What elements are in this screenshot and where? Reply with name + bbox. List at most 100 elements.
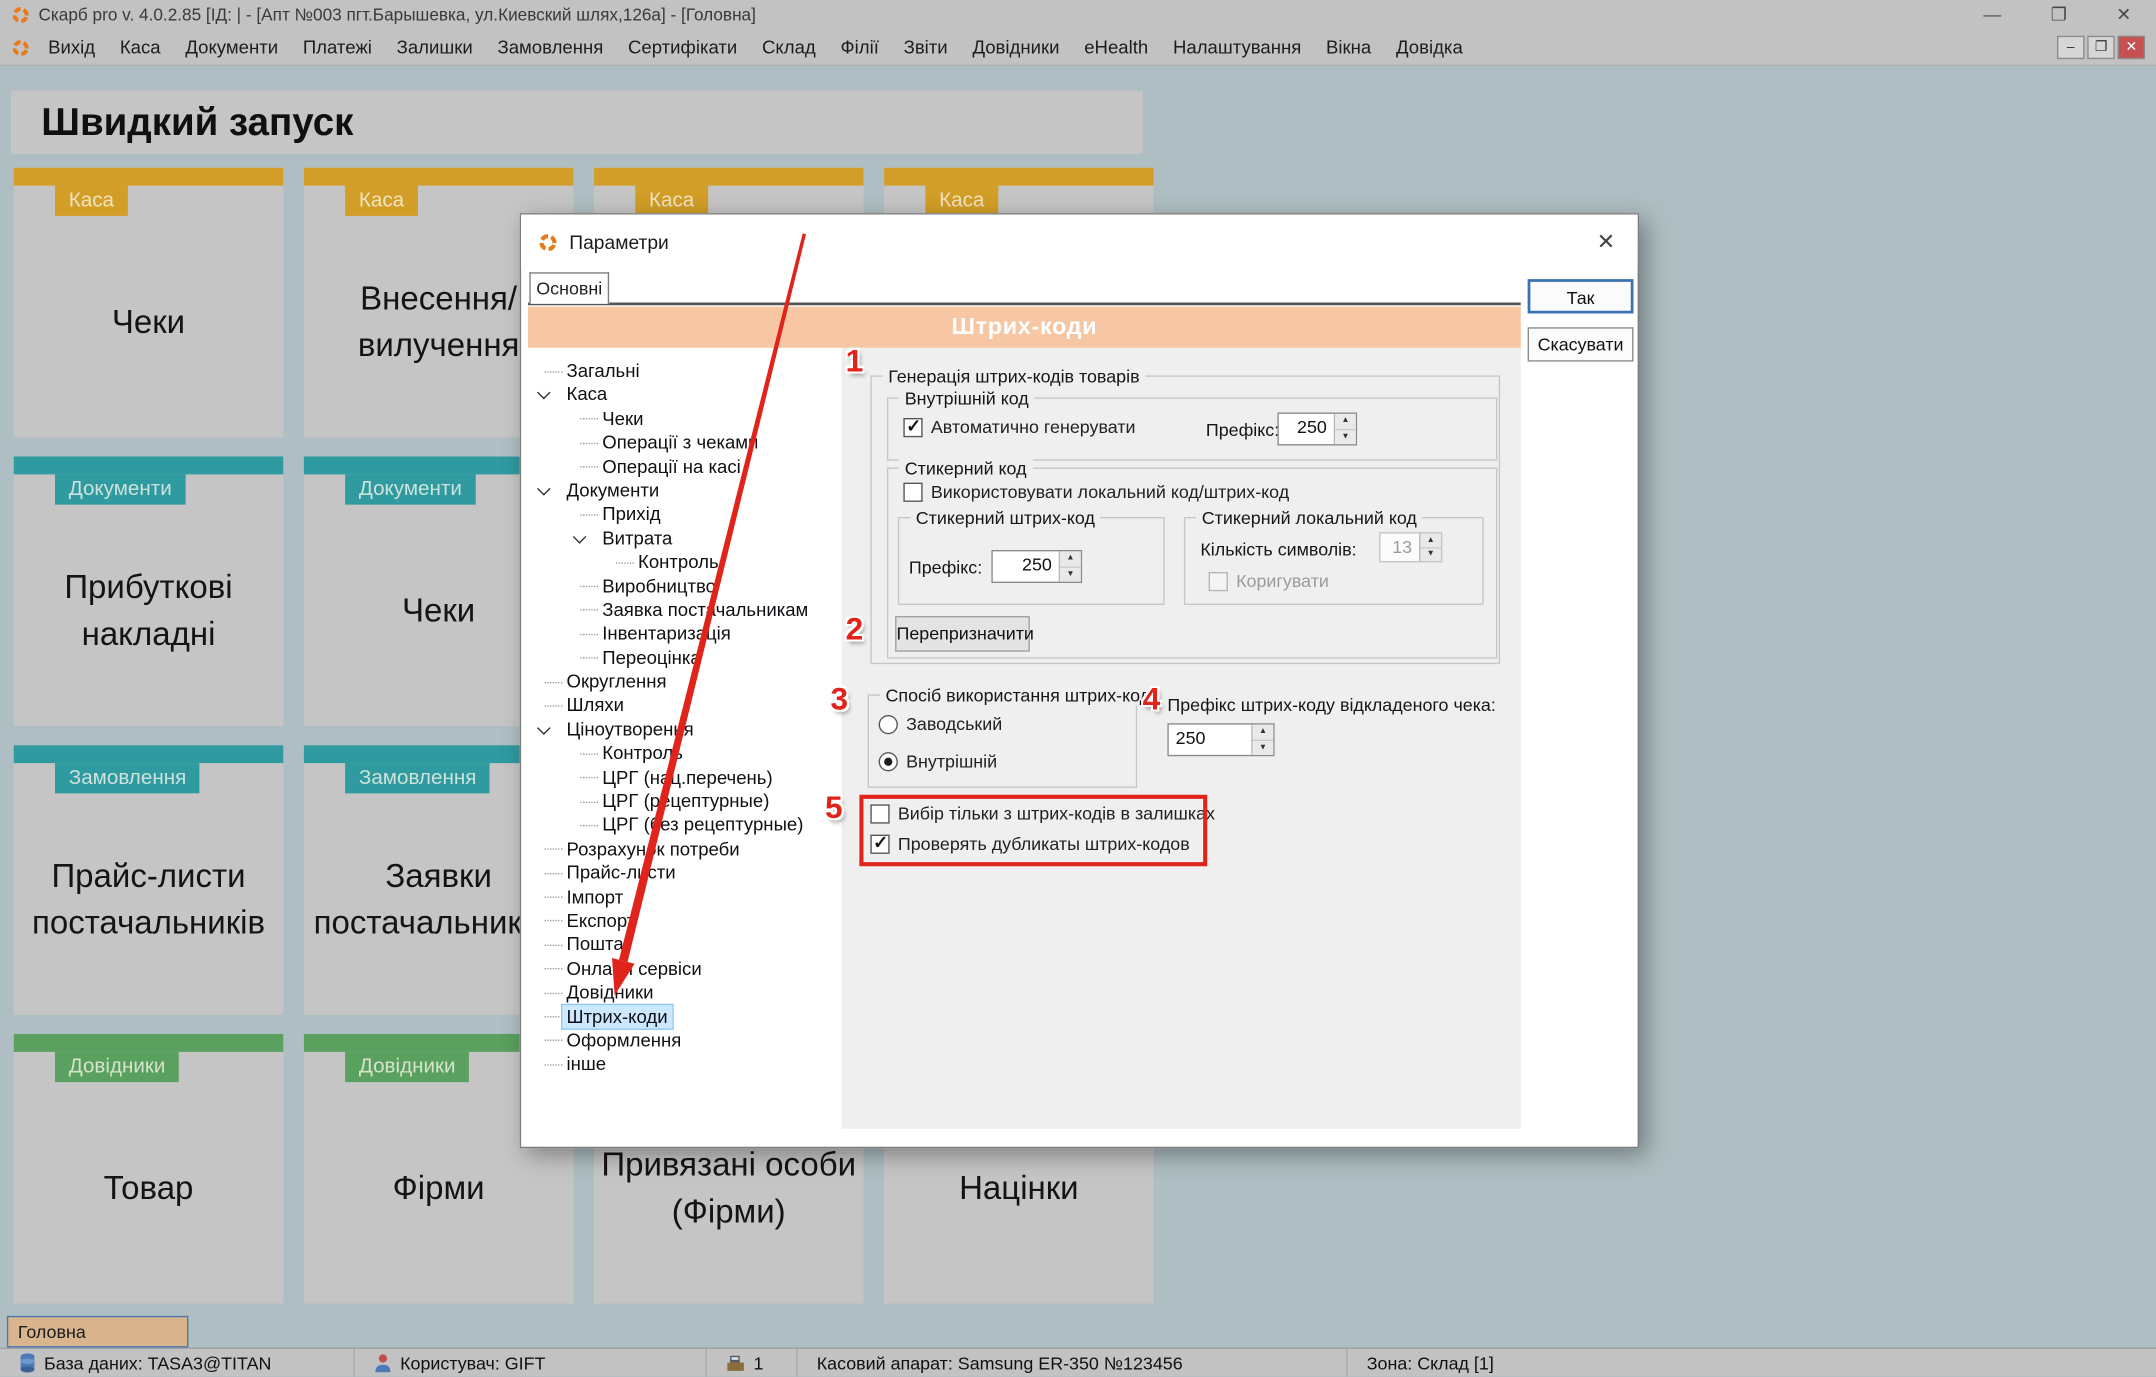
quick-launch-header: Швидкий запуск xyxy=(11,91,1143,154)
page-title: Швидкий запуск xyxy=(41,100,353,144)
tree-connector xyxy=(545,1016,563,1017)
tree-item[interactable]: Документи xyxy=(528,478,842,502)
tab-divider xyxy=(528,303,1521,306)
tree-item[interactable]: інше xyxy=(528,1052,842,1076)
minimize-icon[interactable]: — xyxy=(1983,4,2001,26)
menu-item[interactable]: Вікна xyxy=(1314,30,1384,64)
tree-item-label: Округлення xyxy=(567,670,667,694)
menu-item[interactable]: Сертифікати xyxy=(616,30,750,64)
tree-item[interactable]: Інвентаризація xyxy=(528,622,842,646)
spinner-value: 250 xyxy=(1279,414,1334,444)
tree-item[interactable]: Онлайн сервіси xyxy=(528,957,842,981)
cancel-button[interactable]: Скасувати xyxy=(1528,327,1634,361)
app-logo-icon xyxy=(11,38,30,57)
tree-item-label: Виробництво xyxy=(602,574,716,598)
menu-item[interactable]: Звіти xyxy=(891,30,960,64)
menu-item[interactable]: Налаштування xyxy=(1161,30,1314,64)
tree-connector xyxy=(616,562,634,563)
tree-item[interactable]: Довідники xyxy=(528,981,842,1005)
spinner-down-icon[interactable] xyxy=(1253,740,1274,754)
prefix-spinner[interactable]: 250 xyxy=(1277,413,1357,446)
tree-item[interactable]: Каса xyxy=(528,383,842,407)
reassign-button[interactable]: Перепризначити xyxy=(895,616,1030,652)
menu-item[interactable]: Документи xyxy=(173,30,290,64)
tree-item[interactable]: ЦРГ (рецептурные) xyxy=(528,789,842,813)
quick-launch-tile[interactable]: Каса Чеки xyxy=(14,168,284,438)
tree-item[interactable]: Округлення xyxy=(528,670,842,694)
internal-radio[interactable] xyxy=(879,751,898,770)
dialog-title: Параметри xyxy=(569,231,669,253)
menu-item[interactable]: Платежі xyxy=(290,30,384,64)
menu-item[interactable]: Філії xyxy=(828,30,891,64)
tree-item[interactable]: Оформлення xyxy=(528,1028,842,1052)
menu-item[interactable]: eHealth xyxy=(1072,30,1161,64)
menu-item[interactable]: Каса xyxy=(107,30,173,64)
tree-item[interactable]: Загальні xyxy=(528,359,842,383)
tree-item-label: Загальні xyxy=(567,359,640,383)
spinner-down-icon[interactable] xyxy=(1060,567,1081,581)
quick-launch-tile[interactable]: Замовлення Прайс-листи постачальників xyxy=(14,745,284,1015)
tree-item[interactable]: Контроль xyxy=(528,550,842,574)
tree-item-label: Заявка постачальникам xyxy=(602,598,808,622)
tree-item-label: Прихід xyxy=(602,502,660,526)
spinner-up-icon[interactable] xyxy=(1253,725,1274,741)
tree-item[interactable]: Шляхи xyxy=(528,694,842,718)
spinner-down-icon[interactable] xyxy=(1335,430,1356,444)
tree-item[interactable]: Прайс-листи xyxy=(528,861,842,885)
tree-item-label: Шляхи xyxy=(567,694,625,718)
tree-item[interactable]: Експорт xyxy=(528,909,842,933)
quick-launch-tile[interactable]: Документи Прибуткові накладні xyxy=(14,457,284,727)
tree-item[interactable]: Штрих-коди xyxy=(528,1005,842,1029)
tree-item[interactable]: ЦРГ (без рецептурные) xyxy=(528,813,842,837)
menu-item[interactable]: Довідники xyxy=(960,30,1072,64)
tree-item[interactable]: Імпорт xyxy=(528,885,842,909)
tree-item[interactable]: Ціноутворення xyxy=(528,718,842,742)
tree-item[interactable]: ЦРГ (нац.перечень) xyxy=(528,765,842,789)
tree-item[interactable]: Розрахунок потреби xyxy=(528,837,842,861)
mdi-restore-icon[interactable]: ❐ xyxy=(2087,36,2115,59)
ok-button[interactable]: Так xyxy=(1528,279,1634,313)
tab-osnovni[interactable]: Основні xyxy=(529,272,609,304)
menu-item[interactable]: Залишки xyxy=(384,30,485,64)
tree-item[interactable]: Операції на касі xyxy=(528,455,842,479)
tree-item[interactable]: Прихід xyxy=(528,502,842,526)
tile-category-bar xyxy=(14,1034,284,1052)
tile-category-chip: Документи xyxy=(55,474,186,504)
tile-category-chip: Каса xyxy=(55,186,128,216)
tree-item[interactable]: Пошта xyxy=(528,933,842,957)
tree-item[interactable]: Контроль xyxy=(528,741,842,765)
tab-holovna[interactable]: Головна xyxy=(7,1316,189,1348)
menu-item[interactable]: Склад xyxy=(750,30,828,64)
tree-item[interactable]: Виробництво xyxy=(528,574,842,598)
deferred-prefix-spinner[interactable]: 250 xyxy=(1167,723,1274,756)
menu-item[interactable]: Довідка xyxy=(1384,30,1476,64)
maximize-icon[interactable]: ❐ xyxy=(2051,4,2067,26)
factory-radio[interactable] xyxy=(879,714,898,733)
database-icon xyxy=(19,1352,36,1373)
tree-item[interactable]: Чеки xyxy=(528,407,842,431)
group-usage: Спосіб використання штрих-коду xyxy=(868,694,1138,788)
auto-generate-checkbox[interactable] xyxy=(903,417,922,436)
tree-item[interactable]: Витрата xyxy=(528,526,842,550)
menu-item[interactable]: Вихід xyxy=(36,30,108,64)
sticker-prefix-spinner[interactable]: 250 xyxy=(991,550,1082,583)
tree-item-label: Витрата xyxy=(602,526,672,550)
tile-label: Товар xyxy=(19,1086,278,1292)
mdi-close-icon[interactable]: ✕ xyxy=(2118,36,2146,59)
menu-item[interactable]: Замовлення xyxy=(485,30,616,64)
spinner-up-icon[interactable] xyxy=(1060,551,1081,567)
close-icon[interactable]: ✕ xyxy=(2116,4,2131,26)
quick-launch-tile[interactable]: Довідники Товар xyxy=(14,1034,284,1304)
group-title: Генерація штрих-кодів товарів xyxy=(883,366,1145,387)
tree-item[interactable]: Заявка постачальникам xyxy=(528,598,842,622)
checkbox-label: Використовувати локальний код/штрих-код xyxy=(931,481,1289,502)
tile-category-chip: Довідники xyxy=(55,1052,179,1082)
spinner-up-icon[interactable] xyxy=(1335,414,1356,430)
tree-item[interactable]: Операції з чеками xyxy=(528,431,842,455)
dialog-close-icon[interactable]: ✕ xyxy=(1591,228,1621,256)
tree-item-label: Експорт xyxy=(567,909,636,933)
mdi-minimize-icon[interactable]: – xyxy=(2057,36,2085,59)
use-local-code-checkbox[interactable] xyxy=(903,482,922,501)
tree-item[interactable]: Переоцінка xyxy=(528,646,842,670)
status-text: База даних: TASA3@TITAN xyxy=(44,1352,271,1373)
